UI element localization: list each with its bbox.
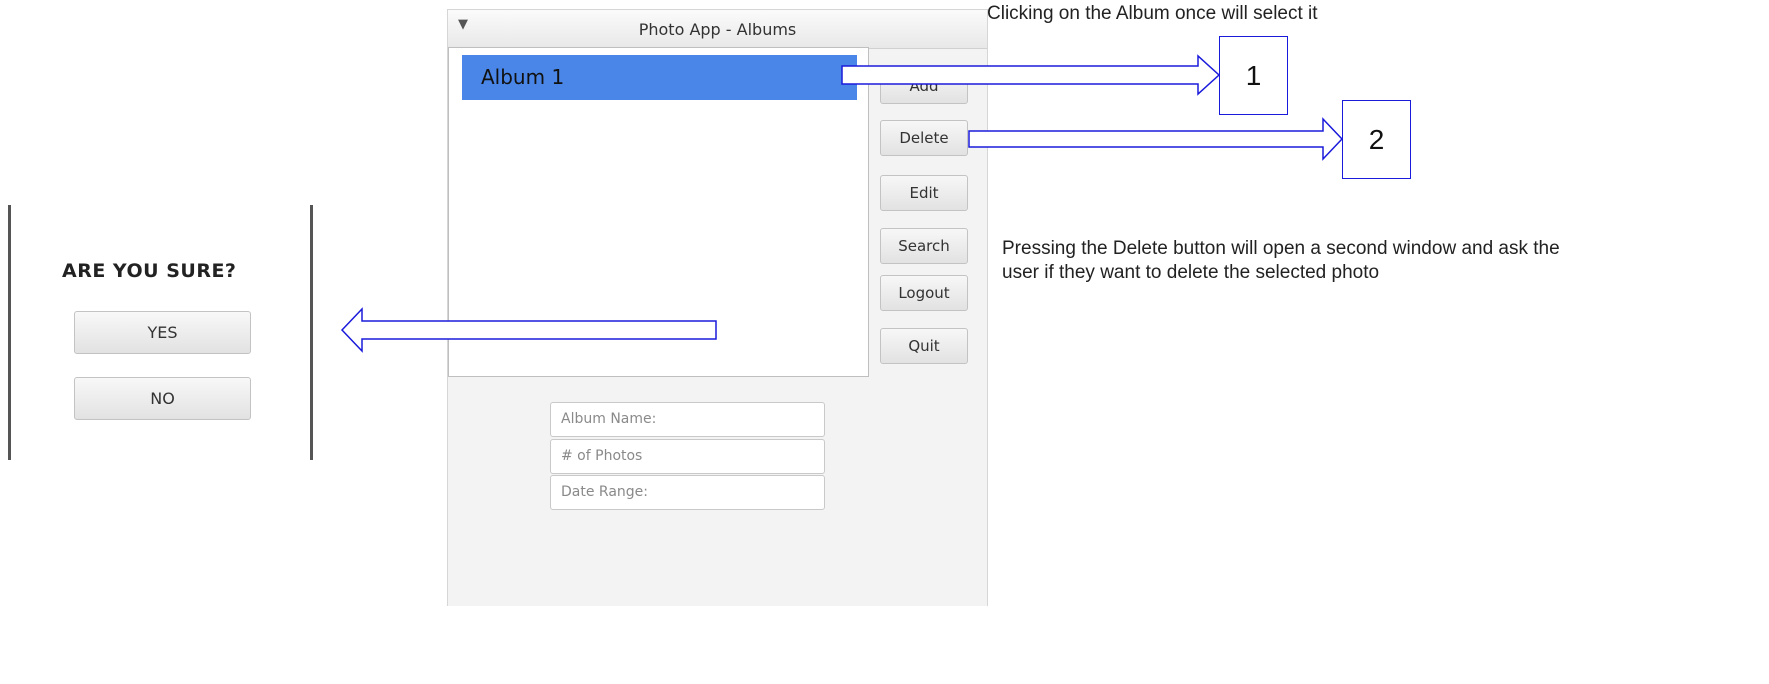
annotation-arrows: [340, 54, 1344, 353]
step-1-box: 1: [1219, 36, 1288, 115]
step-2-box: 2: [1342, 100, 1411, 179]
note-select-album: Clicking on the Album once will select i…: [987, 3, 1318, 24]
note-delete-confirm: Pressing the Delete button will open a s…: [1002, 238, 1560, 283]
arrow-to-step-2: [968, 117, 1344, 161]
arrow-to-dialog: [340, 307, 717, 353]
arrow-to-step-1: [841, 54, 1221, 96]
